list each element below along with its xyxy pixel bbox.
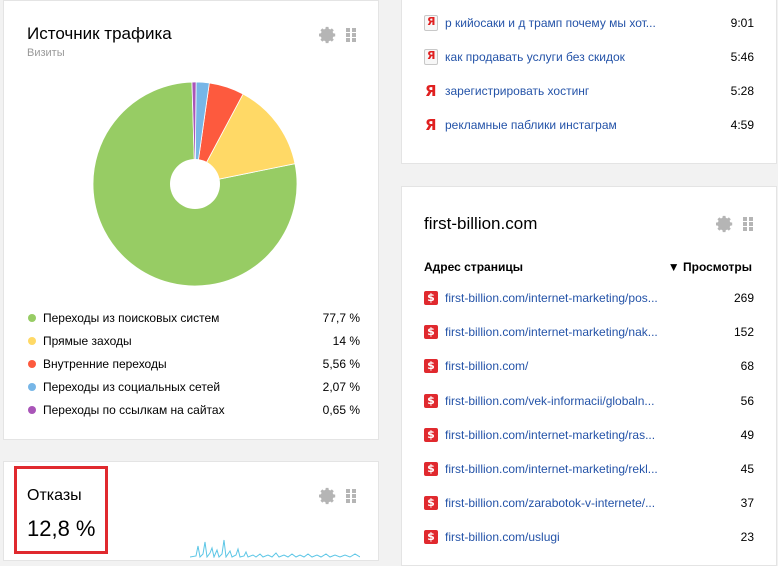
bounce-title: Отказы <box>27 487 82 504</box>
page-row[interactable]: $ first-billion.com/internet-marketing/na… <box>424 322 754 342</box>
gear-icon[interactable] <box>319 26 337 44</box>
traffic-title: Источник трафика <box>27 24 172 43</box>
legend-value: 2,07 % <box>322 379 360 394</box>
legend-label: Переходы из поисковых систем <box>43 310 220 325</box>
gear-icon[interactable] <box>319 487 337 505</box>
traffic-subtitle: Визиты <box>27 47 65 59</box>
search-phrase-row[interactable]: Ярекламные паблики инстаграм 4:59 <box>424 115 754 135</box>
legend-item[interactable]: Переходы из поисковых систем 77,7 % <box>28 306 360 329</box>
legend-dot-icon <box>28 359 36 368</box>
page-row[interactable]: $ first-billion.com/zarabotok-v-internete… <box>424 493 754 513</box>
page-row[interactable]: $ first-billion.com/internet-marketing/ra… <box>424 425 754 445</box>
search-phrase-link[interactable]: р кийосаки и д трамп почему мы хот... <box>445 16 714 30</box>
traffic-legend: Переходы из поисковых систем 77,7 % Прямые… <box>28 306 360 421</box>
page-row[interactable]: $ first-billion.com/vek-informacii/global… <box>424 391 754 411</box>
page-url-link[interactable]: first-billion.com/internet-marketing/nak… <box>445 325 704 339</box>
search-phrase-time: 5:46 <box>730 50 754 64</box>
page-url-link[interactable]: first-billion.com/internet-marketing/ras… <box>445 428 704 442</box>
page-views: 152 <box>733 325 754 340</box>
legend-value: 5,56 % <box>322 356 360 371</box>
legend-item[interactable]: Переходы по ссылкам на сайтах 0,65 % <box>28 398 360 421</box>
search-phrase-time: 5:28 <box>730 84 754 98</box>
yandex-icon: Я <box>425 82 437 100</box>
search-phrase-link[interactable]: зарегистрировать хостинг <box>445 84 714 98</box>
page-views: 68 <box>740 359 754 374</box>
site-favicon-icon: $ <box>424 530 438 545</box>
page-url-link[interactable]: first-billion.com/vek-informacii/globaln… <box>445 394 704 408</box>
page-views: 49 <box>740 427 754 442</box>
page-views: 45 <box>740 462 754 476</box>
site-favicon-icon: $ <box>424 427 438 442</box>
legend-value: 77,7 % <box>322 310 360 325</box>
page-url-link[interactable]: first-billion.com/internet-marketing/rek… <box>445 462 704 476</box>
yandex-boxed-icon: Я <box>424 15 438 31</box>
yandex-icon: Я <box>425 116 437 134</box>
site-favicon-icon: $ <box>424 359 438 374</box>
site-favicon-icon: $ <box>424 462 438 476</box>
search-phrase-link[interactable]: рекламные паблики инстаграм <box>445 118 714 132</box>
bounce-value: 12,8 % <box>27 516 96 541</box>
page-url-link[interactable]: first-billion.com/internet-marketing/pos… <box>445 291 704 305</box>
legend-label: Переходы из социальных сетей <box>43 379 221 394</box>
legend-item[interactable]: Переходы из социальных сетей 2,07 % <box>28 375 360 398</box>
legend-dot-icon <box>28 313 36 322</box>
legend-value: 14 % <box>332 333 360 348</box>
bounce-card: Отказы 12,8 % <box>3 461 379 561</box>
column-header-url[interactable]: Адрес страницы <box>424 260 523 274</box>
legend-label: Внутренние переходы <box>43 356 167 371</box>
site-favicon-icon: $ <box>424 393 438 408</box>
search-phrase-row[interactable]: Яр кийосаки и д трамп почему мы хот... 9:… <box>424 13 754 33</box>
page-url-link[interactable]: first-billion.com/ <box>445 359 704 373</box>
legend-label: Прямые заходы <box>43 333 132 348</box>
page-views: 23 <box>740 530 754 545</box>
traffic-tools <box>319 26 356 44</box>
page-row[interactable]: $ first-billion.com/internet-marketing/re… <box>424 459 754 479</box>
legend-dot-icon <box>28 336 36 345</box>
site-favicon-icon: $ <box>424 291 438 305</box>
bounce-tools <box>319 487 356 505</box>
page-url-link[interactable]: first-billion.com/zarabotok-v-internete/… <box>445 496 704 510</box>
bounce-sparkline-path <box>190 539 360 558</box>
pages-title: first-billion.com <box>424 214 538 233</box>
page-url-link[interactable]: first-billion.com/uslugi <box>445 530 704 544</box>
legend-label: Переходы по ссылкам на сайтах <box>43 402 225 417</box>
page-views: 56 <box>740 393 754 408</box>
legend-value: 0,65 % <box>322 402 360 417</box>
legend-dot-icon <box>28 382 36 391</box>
drag-handle-icon[interactable] <box>743 217 753 231</box>
traffic-source-card: Источник трафика Визиты Переходы из поис… <box>3 0 379 440</box>
search-phrase-link[interactable]: как продавать услуги без скидок <box>445 50 714 64</box>
pie-center-hole <box>170 159 220 209</box>
search-phrase-time: 4:59 <box>730 118 754 132</box>
gear-icon[interactable] <box>716 215 734 233</box>
page-row[interactable]: $ first-billion.com/internet-marketing/po… <box>424 288 754 308</box>
search-phrase-time: 9:01 <box>730 16 754 30</box>
page-row[interactable]: $ first-billion.com/uslugi 23 <box>424 527 754 547</box>
site-favicon-icon: $ <box>424 325 438 340</box>
page-row[interactable]: $ first-billion.com/68 <box>424 356 754 376</box>
drag-handle-icon[interactable] <box>346 489 356 503</box>
legend-dot-icon <box>28 405 36 414</box>
column-header-views[interactable]: ▼ Просмотры <box>668 260 752 274</box>
page-views: 37 <box>740 496 754 511</box>
page-views: 269 <box>733 291 754 305</box>
search-phrase-row[interactable]: Якак продавать услуги без скидок 5:46 <box>424 47 754 67</box>
pages-tools <box>716 215 753 233</box>
popular-pages-card: first-billion.com Адрес страницы ▼ Просм… <box>401 186 777 566</box>
traffic-pie-chart <box>92 81 298 287</box>
yandex-boxed-icon: Я <box>424 49 438 65</box>
legend-item[interactable]: Прямые заходы 14 % <box>28 329 360 352</box>
site-favicon-icon: $ <box>424 496 438 511</box>
search-phrases-card: Яр кийосаки и д трамп почему мы хот... 9:… <box>401 0 777 164</box>
bounce-sparkline <box>190 539 360 558</box>
legend-item[interactable]: Внутренние переходы 5,56 % <box>28 352 360 375</box>
drag-handle-icon[interactable] <box>346 28 356 42</box>
search-phrase-row[interactable]: Язарегистрировать хостинг 5:28 <box>424 81 754 101</box>
